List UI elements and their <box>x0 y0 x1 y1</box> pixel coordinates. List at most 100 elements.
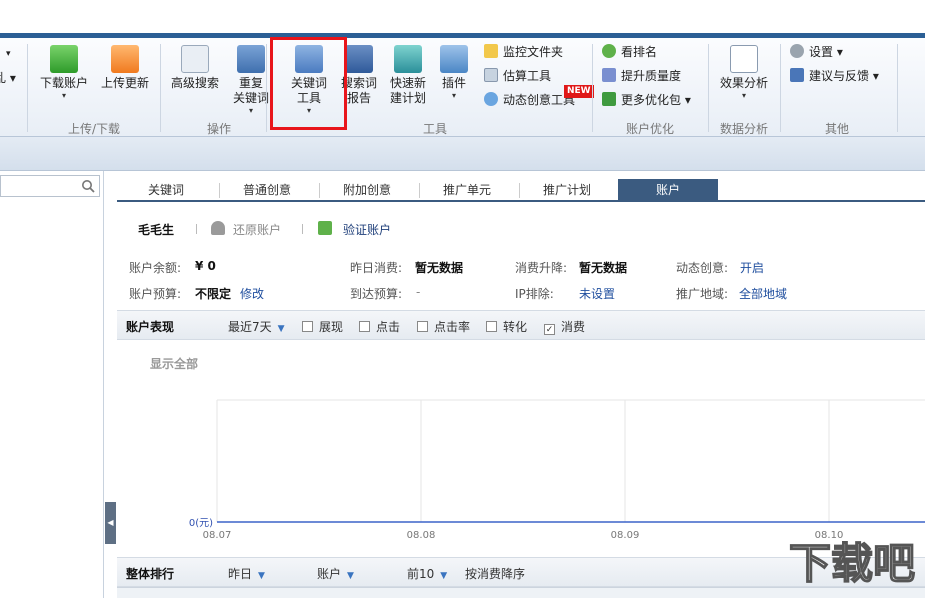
collapse-panel-button[interactable]: ◀ <box>105 502 116 544</box>
gear-icon <box>790 44 804 58</box>
metric-clicks-checkbox[interactable]: 点击 <box>359 318 400 335</box>
checkbox-box[interactable] <box>359 321 370 332</box>
keyword-tool-highlight <box>270 37 347 130</box>
group-label-ops: 操作 <box>206 122 231 136</box>
magnifier-icon <box>181 45 209 73</box>
budget-reached-label: 到达预算: <box>350 287 403 301</box>
quick-new-plan-label-1: 快速新 <box>389 76 426 90</box>
feedback-icon <box>790 68 804 82</box>
ranking-sort-dropdown[interactable]: 按消费降序 <box>465 565 525 582</box>
yesterday-spend-value: 暂无数据 <box>415 261 464 275</box>
budget-edit-link[interactable]: 修改 <box>240 285 264 302</box>
improve-quality-item[interactable]: 提升质量度 <box>602 68 681 84</box>
monitor-folder-item[interactable]: 监控文件夹 <box>484 44 563 60</box>
ranking-period-dropdown[interactable]: 昨日 ▼ <box>228 565 265 582</box>
account-tree-panel <box>0 171 104 598</box>
feedback-item[interactable]: 建议与反馈 ▾ <box>790 68 879 84</box>
tab-regular-creative[interactable]: 普通创意 <box>222 179 312 202</box>
estimate-tool-item[interactable]: 估算工具 <box>484 68 551 84</box>
ranking-period-label: 昨日 <box>228 567 253 581</box>
metric-label: 消费 <box>561 320 586 334</box>
partial-left-bottom[interactable]: 乱 ▾ <box>0 70 16 86</box>
group-label-account-opt: 账户优化 <box>625 122 674 136</box>
ranking-icon <box>602 44 616 58</box>
plugin-dropdown-icon: ▾ <box>451 91 456 100</box>
ranking-scope-dropdown[interactable]: 账户 ▼ <box>317 565 354 582</box>
user-icon <box>211 221 225 235</box>
x-axis-ticks: 08.07 08.08 08.09 08.10 <box>203 530 844 541</box>
calculator-icon <box>484 68 498 82</box>
download-account-button[interactable]: 下载账户 ▾ <box>36 45 92 101</box>
settings-item[interactable]: 设置 ▾ <box>790 44 843 60</box>
divider <box>196 224 197 234</box>
tab-separator <box>519 183 520 198</box>
duplicate-keywords-button[interactable]: 重复 关键词 ▾ <box>228 45 274 116</box>
quick-new-plan-label-2: 建计划 <box>389 91 426 105</box>
dynamic-creative-value-link[interactable]: 开启 <box>740 259 764 276</box>
duplicate-keywords-label-1: 重复 <box>238 76 263 90</box>
tab-keywords[interactable]: 关键词 <box>120 179 212 202</box>
group-label-tools: 工具 <box>422 122 447 136</box>
tab-campaign[interactable]: 推广计划 <box>522 179 612 202</box>
ranking-top-dropdown[interactable]: 前10 ▼ <box>407 565 447 582</box>
checkbox-box[interactable] <box>486 321 497 332</box>
metric-spend-checkbox[interactable]: ✓ 消费 <box>544 318 585 335</box>
advanced-search-button[interactable]: 高级搜索 <box>168 45 222 91</box>
chart-grid <box>216 399 925 522</box>
dynamic-creative-tool-item[interactable]: 动态创意工具 <box>484 92 575 108</box>
x-tick-label: 08.08 <box>407 530 436 541</box>
advanced-search-label: 高级搜索 <box>170 76 219 90</box>
x-tick-label: 08.09 <box>611 530 640 541</box>
upload-update-button[interactable]: 上传更新 <box>98 45 152 91</box>
ip-exclusion-label: IP排除: <box>515 287 554 301</box>
plugin-icon <box>440 45 468 73</box>
metric-impressions-checkbox[interactable]: 展现 <box>302 318 343 335</box>
metric-label: 点击率 <box>434 320 471 334</box>
account-name: 毛毛生 <box>138 223 175 237</box>
watermark-text: 下载吧 <box>789 539 915 588</box>
ribbon-separator <box>592 44 593 132</box>
date-range-dropdown[interactable]: 最近7天 ▼ <box>228 318 285 335</box>
verify-account-link[interactable]: 验证账户 <box>343 221 391 238</box>
quick-new-plan-button[interactable]: 快速新 建计划 <box>386 45 430 106</box>
ranking-top-label: 前10 <box>407 567 435 581</box>
region-link[interactable]: 全部地域 <box>739 285 787 302</box>
effect-analysis-dropdown-icon: ▾ <box>741 91 746 100</box>
duplicate-keywords-dropdown-icon: ▾ <box>248 106 253 115</box>
metric-ctr-checkbox[interactable]: 点击率 <box>417 318 470 335</box>
upload-update-label: 上传更新 <box>100 76 149 90</box>
verify-check-icon <box>318 221 332 235</box>
ribbon-separator <box>897 44 898 132</box>
plugin-button[interactable]: 插件 ▾ <box>436 45 472 101</box>
settings-label: 设置 ▾ <box>809 45 843 59</box>
view-ranking-item[interactable]: 看排名 <box>602 44 657 60</box>
chevron-down-icon: ▼ <box>277 324 285 334</box>
tab-account[interactable]: 账户 <box>618 179 718 202</box>
download-dropdown-icon: ▾ <box>61 91 66 100</box>
partial-left-top[interactable]: ▾ <box>6 46 11 62</box>
tab-extra-creative[interactable]: 附加创意 <box>322 179 412 202</box>
restore-account-link[interactable]: 还原账户 <box>233 221 281 238</box>
more-optimization-item[interactable]: 更多优化包 ▾ <box>602 92 691 108</box>
checkbox-checked[interactable]: ✓ <box>544 324 555 335</box>
upload-icon <box>111 45 139 73</box>
checkbox-box[interactable] <box>302 321 313 332</box>
tree-search-input[interactable] <box>0 175 100 197</box>
metric-label: 点击 <box>376 320 401 334</box>
estimate-tool-label: 估算工具 <box>503 69 552 83</box>
monitor-folder-label: 监控文件夹 <box>503 45 564 59</box>
ribbon-separator <box>160 44 161 132</box>
metric-conversion-checkbox[interactable]: 转化 <box>486 318 527 335</box>
duplicate-keywords-label-2: 关键词 <box>232 91 269 105</box>
analysis-chart-icon <box>730 45 758 73</box>
tab-ad-group[interactable]: 推广单元 <box>422 179 512 202</box>
chevron-down-icon: ▼ <box>347 571 354 581</box>
effect-analysis-label: 效果分析 <box>719 76 768 90</box>
checkbox-box[interactable] <box>417 321 428 332</box>
metric-label: 转化 <box>503 320 528 334</box>
tab-separator <box>319 183 320 198</box>
ip-exclusion-link[interactable]: 未设置 <box>579 285 615 302</box>
chevron-down-icon: ▼ <box>258 571 265 581</box>
search-icon[interactable] <box>81 179 95 193</box>
effect-analysis-button[interactable]: 效果分析 ▾ <box>716 45 772 101</box>
